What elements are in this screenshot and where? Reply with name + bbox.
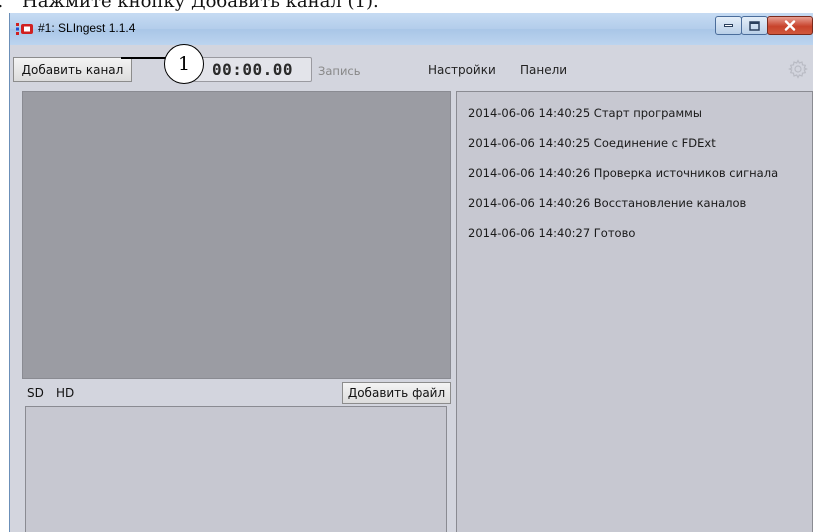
app-icon: [16, 23, 33, 35]
title-bar[interactable]: #1: SLIngest 1.1.4: [10, 13, 813, 45]
add-file-button[interactable]: Добавить файл: [342, 382, 451, 404]
toolbar: Добавить канал 00:00.00 Запись Настройки…: [10, 45, 813, 85]
timer-display: 00:00.00: [190, 57, 312, 82]
maximize-button[interactable]: [741, 16, 768, 35]
caption-number: 1.: [0, 0, 3, 12]
caption-text: Нажмите кнопку Добавить канал (1).: [22, 0, 379, 12]
settings-menu[interactable]: Настройки: [428, 63, 496, 77]
tab-sd[interactable]: SD: [27, 386, 44, 400]
document-caption: 1. Нажмите кнопку Добавить канал (1).: [0, 0, 813, 12]
callout-line: [121, 57, 166, 59]
log-entry: 2014-06-06 14:40:25 Соединение с FDExt: [468, 136, 716, 150]
log-entry: 2014-06-06 14:40:27 Готово: [468, 226, 636, 240]
callout-marker: 1: [164, 44, 204, 84]
files-list[interactable]: [25, 406, 447, 532]
log-entry: 2014-06-06 14:40:26 Проверка источников …: [468, 166, 779, 180]
panels-menu[interactable]: Панели: [520, 63, 567, 77]
maximize-icon: [749, 20, 760, 31]
log-entry: 2014-06-06 14:40:25 Старт программы: [468, 106, 702, 120]
log-panel: 2014-06-06 14:40:25 Старт программы 2014…: [456, 91, 813, 532]
window-title: #1: SLIngest 1.1.4: [38, 21, 136, 35]
close-button[interactable]: [767, 16, 813, 35]
record-button[interactable]: Запись: [318, 64, 361, 78]
close-icon: [784, 20, 796, 31]
gear-icon[interactable]: [788, 59, 808, 79]
log-entry: 2014-06-06 14:40:26 Восстановление канал…: [468, 196, 747, 210]
files-header: SD HD Добавить файл: [22, 380, 451, 406]
minimize-icon: [724, 24, 733, 27]
minimize-button[interactable]: [715, 16, 742, 35]
app-window: #1: SLIngest 1.1.4 Добавить канал 00:00.…: [9, 13, 813, 532]
tab-hd[interactable]: HD: [56, 386, 74, 400]
video-preview[interactable]: [22, 91, 451, 379]
add-channel-button[interactable]: Добавить канал: [13, 57, 132, 82]
